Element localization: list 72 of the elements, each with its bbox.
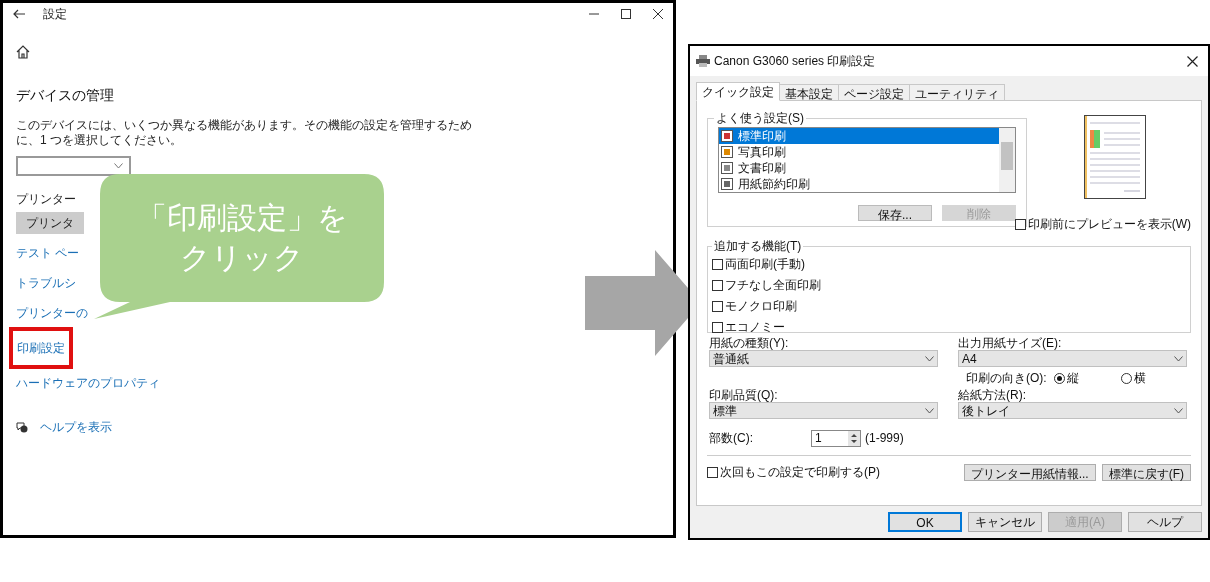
range-text: (1-999) — [865, 430, 904, 447]
dialog-button[interactable]: OK — [888, 512, 962, 532]
checkbox[interactable]: エコノミー — [712, 318, 1186, 336]
field-label: 印刷品質(Q): — [709, 389, 779, 402]
dialog-tab[interactable]: クイック設定 — [696, 82, 780, 101]
dialog-button[interactable]: 標準に戻す(F) — [1101, 463, 1191, 481]
document-icon — [721, 178, 733, 190]
radio-button[interactable]: 縦 — [1054, 369, 1121, 387]
back-arrow-icon — [13, 9, 25, 19]
field-label: 印刷の向き(O): — [966, 370, 1048, 387]
callout-text: 「印刷設定」を クリック — [136, 200, 348, 276]
printer-icon — [696, 55, 710, 67]
copies-spinner[interactable]: 1 — [811, 429, 861, 447]
list-item[interactable]: 文書印刷 — [719, 160, 999, 176]
document-icon — [721, 130, 733, 142]
checkbox[interactable]: 印刷前にプレビューを表示(W) — [1014, 215, 1191, 233]
chevron-down-icon — [114, 163, 123, 169]
radio-button[interactable]: 横 — [1120, 369, 1187, 387]
field-label: 用紙の種類(Y): — [709, 337, 790, 350]
window-title: 設定 — [43, 6, 67, 23]
paper-source-dropdown[interactable]: 後トレイ — [958, 402, 1187, 419]
scrollbar[interactable] — [999, 128, 1015, 192]
item-label: 標準印刷 — [738, 128, 786, 145]
device-dropdown[interactable] — [16, 156, 131, 176]
list-item[interactable]: 用紙節約印刷 — [719, 176, 999, 192]
chevron-down-icon — [1174, 407, 1183, 414]
settings-link[interactable]: テスト ペー — [16, 244, 80, 262]
help-link[interactable]: ヘルプを表示 — [40, 418, 112, 436]
document-icon — [721, 162, 733, 174]
dialog-tab[interactable]: ページ設定 — [839, 84, 910, 101]
list-item[interactable]: 写真印刷 — [719, 144, 999, 160]
maximize-icon — [621, 9, 631, 19]
field-label: 部数(C): — [709, 430, 754, 447]
close-icon — [1187, 55, 1198, 67]
description-text: このデバイスには、いくつか異なる機能があります。その機能の設定を管理するために、1 つを選択してください。 — [16, 118, 473, 148]
dialog-button[interactable]: 保存... — [858, 205, 932, 221]
settings-link[interactable]: 印刷設定 — [9, 327, 73, 369]
checkbox[interactable]: フチなし全面印刷 — [712, 276, 1186, 294]
group-label: 追加する機能(T) — [713, 238, 803, 255]
item-label: 用紙節約印刷 — [738, 176, 810, 193]
dialog-button[interactable]: ヘルプ — [1128, 512, 1202, 532]
document-icon — [721, 146, 733, 158]
field-label: 出力用紙サイズ(E): — [958, 337, 1063, 350]
field-label: 給紙方法(R): — [958, 389, 1027, 402]
checkbox[interactable]: 両面印刷(手動) — [712, 255, 1186, 273]
settings-link[interactable]: プリンターの — [16, 304, 88, 322]
settings-link[interactable]: トラブルシ — [16, 274, 76, 292]
dialog-title: Canon G3060 series 印刷設定 — [714, 53, 876, 70]
checkbox[interactable]: 次回もこの設定で印刷する(P) — [707, 463, 880, 481]
dialog-button[interactable]: プリンター用紙情報... — [963, 463, 1096, 481]
paper-size-dropdown[interactable]: A4 — [958, 350, 1187, 367]
home-icon — [16, 45, 30, 59]
item-label: 写真印刷 — [738, 144, 786, 161]
item-label: 文書印刷 — [738, 160, 786, 177]
group-label: よく使う設定(S) — [715, 110, 805, 127]
dialog-tab[interactable]: ユーティリティ — [910, 84, 1005, 101]
chat-bubbles-icon — [16, 421, 28, 433]
paper-type-dropdown[interactable]: 普通紙 — [709, 350, 938, 367]
printer-button[interactable]: プリンタ — [16, 212, 84, 234]
chevron-down-icon — [925, 355, 934, 362]
quality-dropdown[interactable]: 標準 — [709, 402, 938, 419]
spin-arrows-icon — [848, 430, 860, 446]
list-item[interactable]: 標準印刷 — [719, 128, 999, 144]
page-heading: デバイスの管理 — [16, 86, 114, 105]
close-icon — [653, 9, 663, 19]
settings-link[interactable]: ハードウェアのプロパティ — [16, 374, 160, 392]
chevron-down-icon — [1174, 355, 1183, 362]
dialog-tab[interactable]: 基本設定 — [780, 84, 839, 101]
dialog-button[interactable]: キャンセル — [968, 512, 1042, 532]
chevron-down-icon — [925, 407, 934, 414]
section-label: プリンター — [16, 191, 76, 208]
checkbox[interactable]: モノクロ印刷 — [712, 297, 1186, 315]
